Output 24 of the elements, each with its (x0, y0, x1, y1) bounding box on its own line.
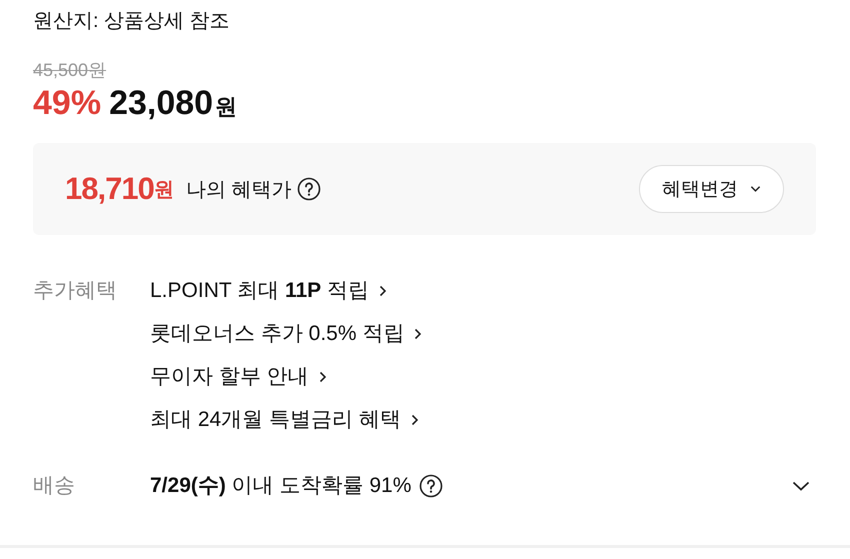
original-price: 45,500원 (33, 59, 108, 82)
chevron-right-icon (414, 328, 422, 340)
section-label: 배송 (33, 473, 76, 499)
help-icon[interactable] (419, 474, 444, 498)
sale-price: 23,080 (109, 84, 214, 123)
discount-rate: 49% (33, 84, 102, 123)
chevron-right-icon (379, 285, 388, 297)
chevron-right-icon (318, 371, 327, 383)
benefit-price-unit: 원 (154, 178, 174, 200)
delivery-estimate: 7/29(수) 이내 도착확률 91% (150, 473, 412, 499)
benefit-price-label: 나의 혜택가 (186, 178, 292, 202)
benefit-link[interactable]: 최대 24개월 특별금리 혜택 (150, 406, 422, 434)
benefit-link[interactable]: L.POINT 최대 11P 적립 (150, 277, 422, 305)
origin-text: 원산지: 상품상세 참조 (33, 9, 231, 34)
chevron-down-icon[interactable] (792, 481, 810, 491)
benefit-link[interactable]: 롯데오너스 추가 0.5% 적립 (150, 320, 422, 348)
chevron-right-icon (410, 414, 419, 426)
help-icon[interactable] (297, 177, 322, 201)
benefit-price: 18,710 (65, 171, 154, 207)
benefit-link[interactable]: 무이자 할부 안내 (150, 363, 422, 391)
chevron-down-icon (750, 185, 761, 193)
section-label: 추가혜택 (33, 278, 118, 304)
price-unit: 원 (215, 93, 238, 121)
change-benefit-button[interactable]: 혜택변경 (639, 165, 784, 213)
